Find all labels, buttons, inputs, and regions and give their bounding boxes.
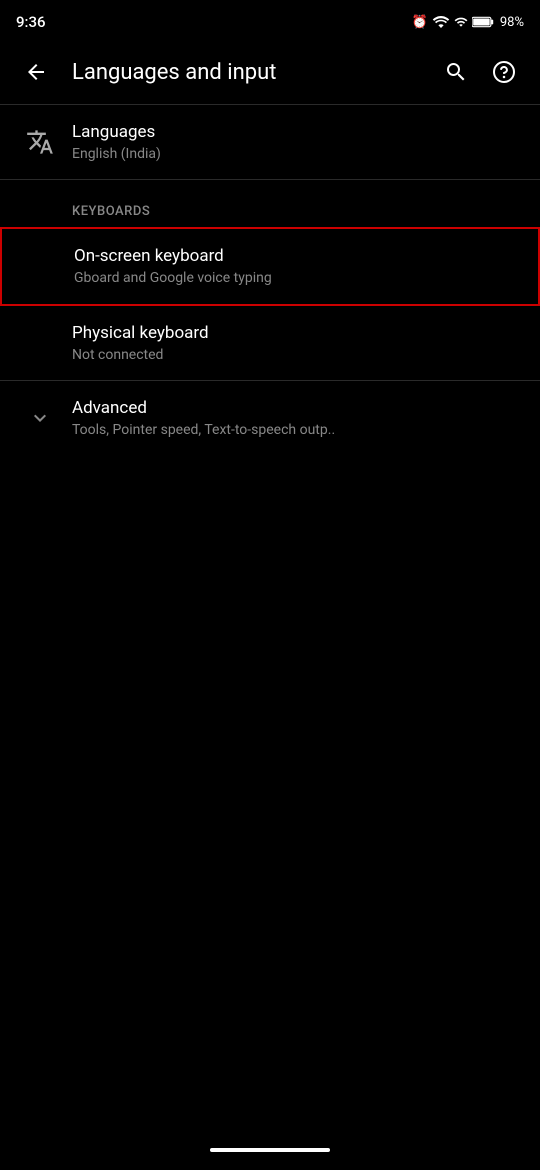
search-button[interactable] [436,52,476,92]
advanced-subtitle: Tools, Pointer speed, Text-to-speech out… [72,421,524,439]
keyboards-section-header: KEYBOARDS [0,180,540,227]
app-bar: Languages and input [0,40,540,104]
advanced-text: Advanced Tools, Pointer speed, Text-to-s… [72,397,524,439]
page-title: Languages and input [72,60,420,85]
advanced-title: Advanced [72,397,524,419]
physical-keyboard-item[interactable]: Physical keyboard Not connected [0,306,540,380]
battery-percentage: 98% [500,15,524,30]
physical-keyboard-title: Physical keyboard [72,322,524,344]
help-button[interactable] [484,52,524,92]
languages-icon [16,128,64,156]
advanced-item[interactable]: Advanced Tools, Pointer speed, Text-to-s… [0,381,540,455]
app-bar-actions [436,52,524,92]
languages-item[interactable]: Languages English (India) [0,105,540,179]
signal-icon [454,15,468,29]
onscreen-keyboard-text: On-screen keyboard Gboard and Google voi… [74,245,522,287]
languages-text: Languages English (India) [72,121,524,163]
back-icon [24,60,48,84]
physical-keyboard-text: Physical keyboard Not connected [72,322,524,364]
search-icon [444,60,468,84]
status-bar: 9:36 ⏰ 98% [0,0,540,40]
wifi-icon [432,15,450,29]
advanced-icon [16,406,64,430]
battery-icon [472,15,494,29]
bottom-nav-indicator [210,1148,330,1152]
onscreen-keyboard-title: On-screen keyboard [74,245,522,267]
help-icon [492,60,516,84]
physical-keyboard-subtitle: Not connected [72,346,524,364]
translate-icon [26,128,54,156]
back-button[interactable] [16,52,56,92]
alarm-icon: ⏰ [412,15,428,30]
chevron-down-icon [28,406,52,430]
languages-title: Languages [72,121,524,143]
languages-subtitle: English (India) [72,145,524,163]
onscreen-keyboard-item[interactable]: On-screen keyboard Gboard and Google voi… [0,227,540,305]
onscreen-keyboard-subtitle: Gboard and Google voice typing [74,269,522,287]
status-icons: ⏰ 98% [412,15,524,30]
status-time: 9:36 [16,13,46,31]
keyboards-header-text: KEYBOARDS [72,204,150,219]
